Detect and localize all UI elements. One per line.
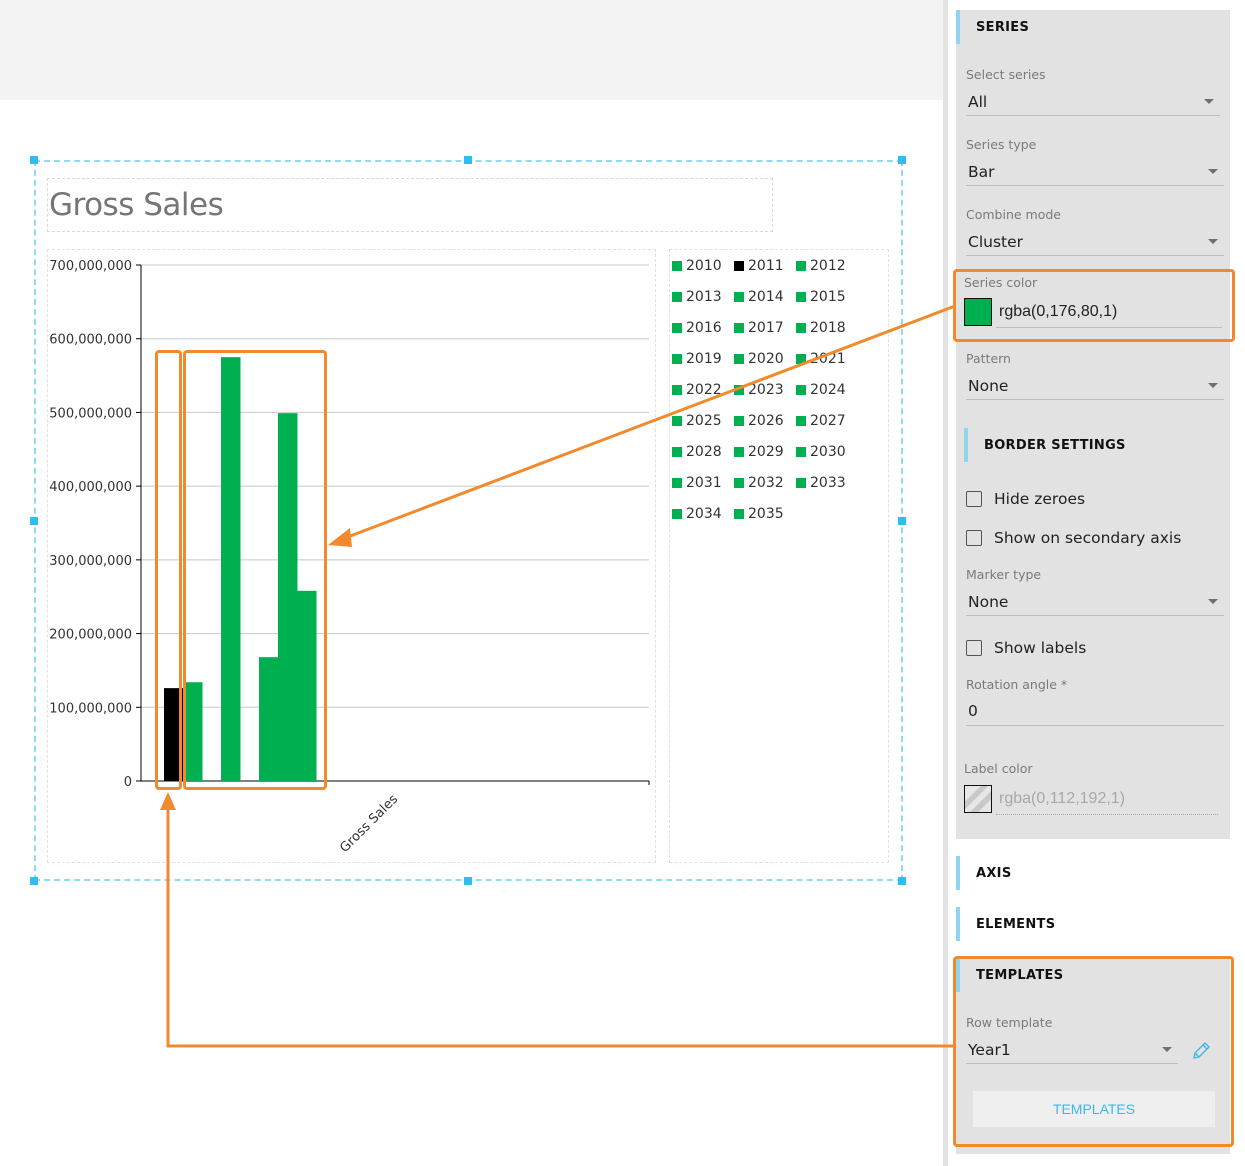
chevron-down-icon (1208, 169, 1218, 174)
select-series-label: Select series (966, 67, 1046, 82)
rotation-angle-input[interactable]: 0 (966, 700, 1224, 726)
chevron-down-icon (1162, 1047, 1172, 1052)
field-underline (966, 725, 1224, 726)
field-underline (966, 115, 1220, 116)
hide-zeroes-checkbox[interactable]: Hide zeroes (966, 490, 1166, 512)
series-section-header[interactable]: SERIES (956, 10, 1230, 44)
bar-2016 (259, 657, 279, 781)
select-series-value: All (968, 93, 988, 111)
field-underline (966, 185, 1224, 186)
y-tick-label: 400,000,000 (49, 480, 132, 495)
app-window: Gross Sales 2010 2011 2012 2013 2014 2015 2016… (0, 0, 1245, 1166)
pattern-value: None (968, 377, 1009, 395)
y-tick-label: 0 (124, 775, 132, 790)
axis-section-header[interactable]: AXIS (956, 856, 1230, 890)
bar-2011 (164, 688, 184, 781)
series-type-label: Series type (966, 137, 1037, 152)
section-accent-bar (956, 10, 960, 44)
row-template-dropdown[interactable]: Year1 (966, 1038, 1178, 1064)
combine-mode-dropdown[interactable]: Cluster (966, 230, 1224, 256)
marker-type-value: None (968, 593, 1009, 611)
y-tick-label: 600,000,000 (49, 333, 132, 348)
field-underline (966, 399, 1224, 400)
series-section: SERIES Select series All Series type Bar… (956, 10, 1230, 839)
chevron-down-icon (1208, 599, 1218, 604)
y-tick-label: 500,000,000 (49, 406, 132, 421)
label-color-value: rgba(0,112,192,1) (999, 790, 1126, 807)
bar-2017 (278, 413, 298, 781)
field-underline (966, 615, 1224, 616)
rotation-angle-label: Rotation angle * (966, 677, 1068, 692)
combine-mode-label: Combine mode (966, 207, 1061, 222)
secondary-axis-label: Show on secondary axis (994, 529, 1182, 547)
border-settings-header[interactable]: BORDER SETTINGS (964, 428, 1224, 462)
chevron-down-icon (1208, 239, 1218, 244)
hide-zeroes-label: Hide zeroes (994, 490, 1086, 508)
templates-section-header[interactable]: TEMPLATES (956, 958, 1230, 992)
section-accent-bar (956, 856, 960, 890)
field-underline (966, 1063, 1178, 1064)
row-template-label: Row template (966, 1015, 1053, 1030)
field-underline (996, 327, 1222, 328)
series-color-value: rgba(0,176,80,1) (999, 303, 1118, 320)
series-type-dropdown[interactable]: Bar (966, 160, 1224, 186)
border-settings-title: BORDER SETTINGS (984, 438, 1126, 453)
series-color-input[interactable]: rgba(0,176,80,1) (996, 300, 1222, 328)
combine-mode-value: Cluster (968, 233, 1024, 251)
pattern-label: Pattern (966, 351, 1011, 366)
pattern-dropdown[interactable]: None (966, 374, 1224, 400)
series-color-swatch[interactable] (964, 298, 992, 326)
section-accent-bar (964, 428, 968, 462)
series-color-label: Series color (964, 275, 1038, 290)
field-underline (966, 255, 1224, 256)
label-color-input: rgba(0,112,192,1) (996, 787, 1218, 815)
label-color-swatch-disabled (964, 785, 992, 813)
properties-panel: SERIES Select series All Series type Bar… (948, 0, 1245, 1166)
section-accent-bar (956, 958, 960, 992)
y-tick-label: 200,000,000 (49, 628, 132, 643)
rotation-angle-value: 0 (968, 702, 978, 720)
checkbox-box[interactable] (966, 530, 982, 546)
label-color-label: Label color (964, 761, 1033, 776)
templates-section-title: TEMPLATES (976, 968, 1064, 983)
checkbox-box[interactable] (966, 491, 982, 507)
x-category-label: Gross Sales (337, 792, 401, 856)
select-series-dropdown[interactable]: All (966, 90, 1220, 116)
y-tick-label: 300,000,000 (49, 554, 132, 569)
series-section-title: SERIES (976, 20, 1030, 35)
marker-type-dropdown[interactable]: None (966, 590, 1224, 616)
checkbox-box[interactable] (966, 640, 982, 656)
axis-section-title: AXIS (976, 866, 1012, 881)
show-labels-label: Show labels (994, 639, 1087, 657)
y-tick-label: 700,000,000 (49, 259, 132, 274)
bar-2012 (183, 682, 203, 781)
pencil-edit-icon[interactable] (1190, 1040, 1212, 1062)
marker-type-label: Marker type (966, 567, 1042, 582)
field-underline-disabled (996, 814, 1218, 815)
elements-section-header[interactable]: ELEMENTS (956, 907, 1230, 941)
series-type-value: Bar (968, 163, 995, 181)
bar-2014 (221, 357, 241, 781)
chart-canvas: 0 100,000,000 200,000,000 300,000,000 400,00… (49, 259, 650, 856)
y-tick-label: 100,000,000 (49, 701, 132, 716)
section-accent-bar (956, 907, 960, 941)
show-labels-checkbox[interactable]: Show labels (966, 639, 1166, 661)
templates-button[interactable]: TEMPLATES (973, 1091, 1215, 1127)
bar-2018 (297, 590, 317, 781)
chevron-down-icon (1204, 99, 1214, 104)
row-template-value: Year1 (968, 1041, 1011, 1059)
secondary-axis-checkbox[interactable]: Show on secondary axis (966, 529, 1206, 551)
chevron-down-icon (1208, 383, 1218, 388)
elements-section-title: ELEMENTS (976, 917, 1056, 932)
